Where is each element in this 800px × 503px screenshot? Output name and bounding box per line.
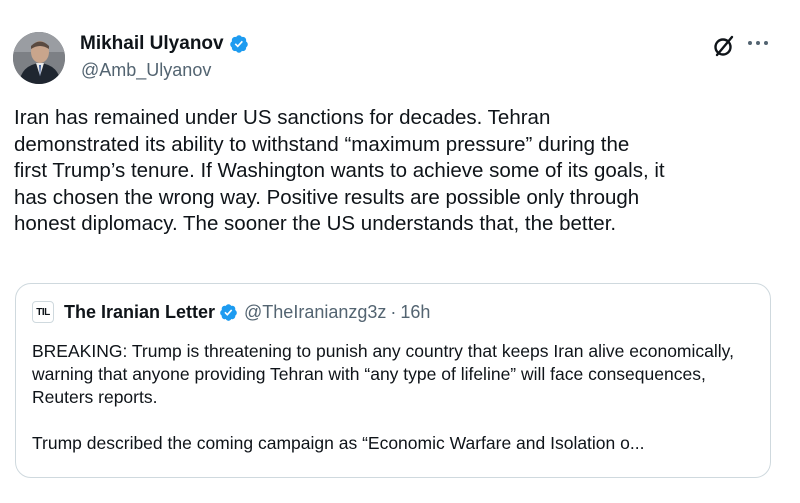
meta-separator: · xyxy=(390,301,397,322)
tweet-text-line: has chosen the wrong way. Positive resul… xyxy=(14,185,640,209)
quoted-tweet-time[interactable]: 16h xyxy=(400,302,430,323)
tweet-text-line: Iran has remained under US sanctions for… xyxy=(14,106,551,129)
quoted-text-paragraph: BREAKING: Trump is threatening to punish… xyxy=(32,341,734,407)
tweet-text-line: demonstrated its ability to withstand “m… xyxy=(14,132,630,156)
tweet-text-line: first Trump’s tenure. If Washington want… xyxy=(14,159,665,182)
tweet-text-line: honest diplomacy. The sooner the US unde… xyxy=(14,212,617,235)
quoted-author-logo[interactable]: TIL xyxy=(32,301,54,323)
quoted-author-name[interactable]: The Iranian Letter xyxy=(64,302,215,323)
quoted-tweet-card[interactable]: TIL The Iranian Letter @TheIranianzg3z ·… xyxy=(15,283,771,478)
quoted-tweet-meta: @TheIranianzg3z · 16h xyxy=(244,302,430,323)
tweet-author-handle[interactable]: @Amb_Ulyanov xyxy=(81,60,211,81)
quoted-text-paragraph: Trump described the coming campaign as “… xyxy=(32,433,645,453)
tweet-author-name[interactable]: Mikhail Ulyanov xyxy=(80,33,224,55)
avatar-photo xyxy=(13,32,65,84)
more-options-icon[interactable] xyxy=(744,33,772,53)
grok-icon[interactable] xyxy=(712,34,736,58)
quoted-author-handle[interactable]: @TheIranianzg3z xyxy=(244,302,386,323)
tweet-text: Iran has remained under US sanctions for… xyxy=(14,105,784,238)
tweet-author-row: Mikhail Ulyanov xyxy=(80,33,249,55)
verified-badge-icon xyxy=(220,303,237,321)
author-avatar[interactable] xyxy=(13,32,65,84)
quoted-tweet-text: BREAKING: Trump is threatening to punish… xyxy=(32,340,760,455)
quoted-author-logo-text: TIL xyxy=(36,306,50,318)
verified-badge-icon xyxy=(229,35,248,53)
quoted-tweet-header: TIL The Iranian Letter @TheIranianzg3z ·… xyxy=(32,301,430,323)
